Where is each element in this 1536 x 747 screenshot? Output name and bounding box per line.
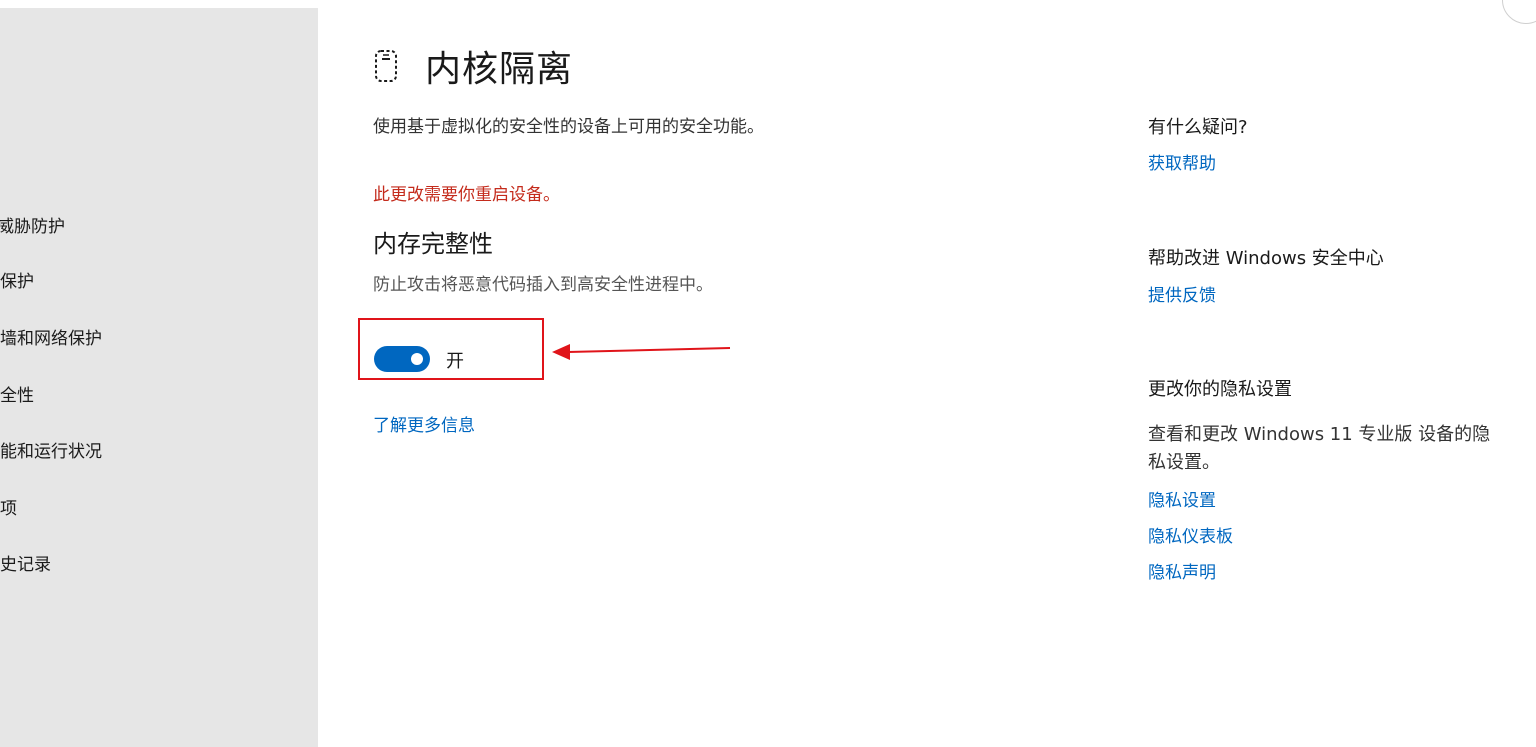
memory-integrity-title: 内存完整性 — [373, 230, 493, 258]
privacy-text: 查看和更改 Windows 11 专业版 设备的隐私设置。 — [1148, 424, 1491, 473]
sidebar-item-firewall[interactable]: 防火墙和网络保护 — [0, 324, 102, 349]
sidebar-item-device-security[interactable]: 设备安全性 — [0, 381, 34, 406]
learn-more-link[interactable]: 了解更多信息 — [373, 411, 475, 436]
get-help-link[interactable]: 获取帮助 — [1148, 149, 1216, 174]
sidebar: 病毒和威胁防护 帐户保护 防火墙和网络保护 设备安全性 设备性能和运行状况 家庭… — [0, 8, 318, 747]
title-row: 内核隔离 — [373, 40, 573, 92]
restart-warning: 此更改需要你重启设备。 — [373, 185, 560, 205]
memory-integrity-description: 防止攻击将恶意代码插入到高安全性进程中。 — [373, 275, 713, 295]
windows-security-page: 病毒和威胁防护 帐户保护 防火墙和网络保护 设备安全性 设备性能和运行状况 家庭… — [0, 0, 1536, 747]
page-description: 使用基于虚拟化的安全性的设备上可用的安全功能。 — [373, 117, 764, 137]
privacy-heading: 更改你的隐私设置 — [1148, 379, 1292, 400]
improve-heading: 帮助改进 Windows 安全中心 — [1148, 248, 1384, 269]
help-panel: 有什么疑问? 获取帮助 帮助改进 Windows 安全中心 提供反馈 更改你的隐… — [1148, 0, 1518, 747]
annotation-arrow-icon — [552, 344, 731, 360]
main-content: 内核隔离 使用基于虚拟化的安全性的设备上可用的安全功能。 此更改需要你重启设备。… — [318, 0, 1118, 747]
memory-integrity-toggle[interactable] — [374, 346, 430, 372]
toggle-knob — [411, 353, 423, 365]
toggle-state-label: 开 — [446, 351, 464, 372]
privacy-statement-link[interactable]: 隐私声明 — [1148, 558, 1216, 583]
sidebar-item-virus-protection[interactable]: 病毒和威胁防护 — [0, 212, 65, 237]
sidebar-item-device-health[interactable]: 设备性能和运行状况 — [0, 437, 102, 462]
sidebar-item-protection-history[interactable]: 保护历史记录 — [0, 550, 51, 575]
page-title: 内核隔离 — [425, 49, 574, 90]
question-heading: 有什么疑问? — [1148, 117, 1248, 138]
sidebar-item-family-options[interactable]: 家庭选项 — [0, 494, 17, 519]
sidebar-item-account-protection[interactable]: 帐户保护 — [0, 267, 34, 292]
privacy-settings-link[interactable]: 隐私设置 — [1148, 486, 1216, 511]
privacy-dashboard-link[interactable]: 隐私仪表板 — [1148, 522, 1233, 547]
core-isolation-chip-icon — [375, 50, 397, 82]
feedback-link[interactable]: 提供反馈 — [1148, 281, 1216, 306]
